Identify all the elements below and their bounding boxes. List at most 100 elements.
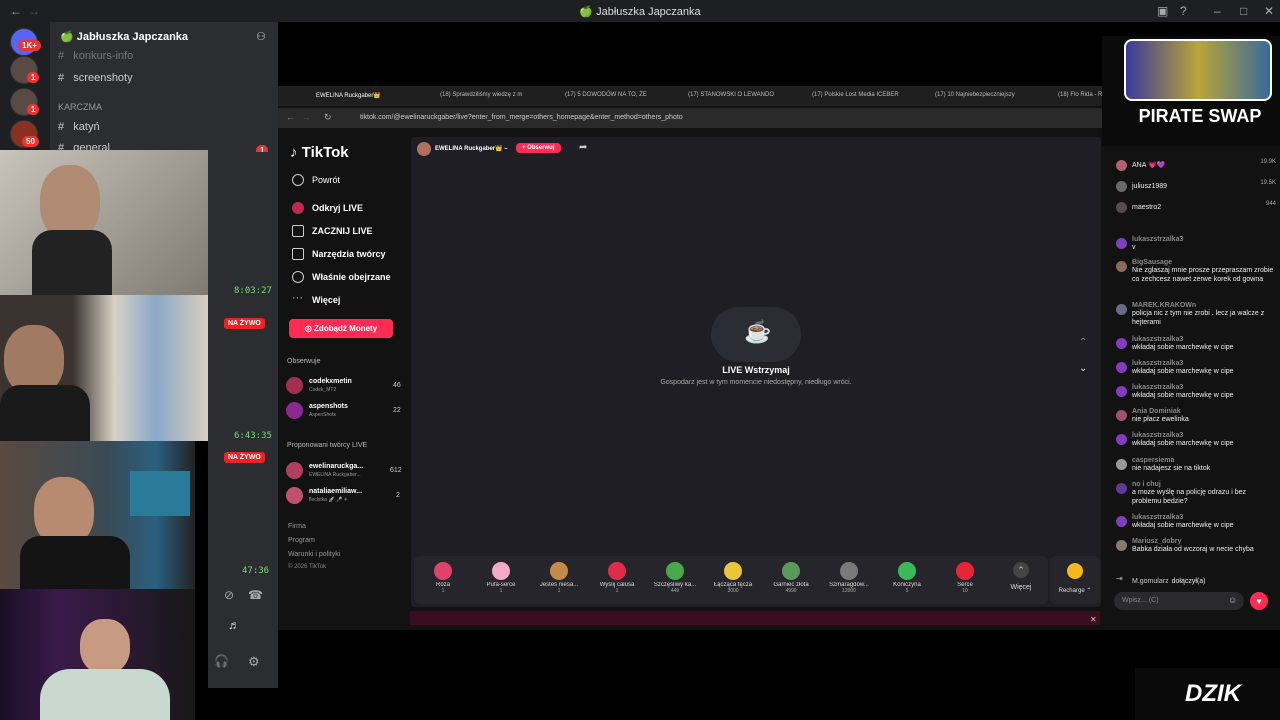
bottom-banner — [410, 611, 1100, 625]
suggested-item[interactable]: nataliaemiliaw... fleclstka 🚀 🎤 ✈ 2 — [286, 487, 406, 505]
skins-banner — [1124, 39, 1272, 101]
gift-item[interactable]: Szmaragdow... 12000 — [820, 556, 878, 594]
tab[interactable]: (18) Sprawdziliśmy wiedzę z m — [440, 92, 522, 98]
get-coins-button[interactable]: ◎ Zdobądź Monety — [289, 319, 393, 338]
like-heart-button[interactable]: ♥ — [1250, 592, 1268, 610]
chat-text: Babka działa od wczoraj w necie chyba — [1132, 546, 1254, 553]
tools-icon — [292, 248, 304, 260]
chat-message: MAREK.KRAKOWn policja nic z tym nie zrobi… — [1116, 302, 1276, 327]
follow-button[interactable]: + Obserwuj — [516, 143, 561, 153]
pot-of-gold-icon — [782, 562, 800, 580]
nav-discover-live[interactable]: Odkryj LIVE — [312, 203, 363, 213]
nav-more[interactable]: Więcej — [312, 295, 340, 305]
gift-item[interactable]: Garniec złota 4999 — [762, 556, 820, 594]
chat-message: lukaszstrzalka3 wkładaj sobie marchewkę w… — [1116, 336, 1276, 352]
minimize-icon[interactable]: – — [1214, 4, 1221, 18]
nav-start-live[interactable]: ZACZNIJ LIVE — [312, 226, 373, 236]
url-text[interactable]: tiktok.com/@ewelinaruckgaber/live?enter_… — [360, 114, 683, 121]
chat-message: lukaszstrzalka3 wkładaj sobie marchewkę w… — [1116, 384, 1276, 400]
emoji-icon[interactable]: ☺ — [1228, 595, 1237, 605]
more-gifts[interactable]: ⌃ Więcej — [994, 556, 1048, 592]
top-viewer: juliusz1989 19.5K — [1116, 179, 1276, 192]
gift-item[interactable]: Jesteś niesa... 1 — [530, 556, 588, 594]
chat-input[interactable]: Wpisz... (C) ☺ — [1114, 592, 1244, 610]
gift-item[interactable]: Wyślij całusa 1 — [588, 556, 646, 594]
gift-item[interactable]: Róża 1 — [414, 556, 472, 594]
window-titlebar: ← → 🍏 Jabłuszka Japczanka ▣ ? – □ ✕ — [0, 0, 1280, 22]
category-karczma[interactable]: KARCZMA — [58, 102, 102, 112]
tab[interactable]: (17) STANOWSKI O LEWANDO — [688, 92, 774, 98]
following-item[interactable]: aspenshots AspenShots 22 — [286, 402, 406, 420]
logo-text: TikTok — [301, 144, 349, 161]
add-member-icon[interactable]: ⚇ — [256, 30, 266, 43]
close-icon[interactable]: ✕ — [1264, 4, 1274, 18]
gift-item[interactable]: Łącząca tęcza 3000 — [704, 556, 762, 594]
top-viewer: ANA 💗💜 19.9K — [1116, 158, 1276, 171]
pirate-swap-overlay: PIRATE SWAP — [1102, 36, 1280, 146]
webcam-feed-2 — [0, 295, 208, 441]
address-bar[interactable]: ← → ↻ tiktok.com/@ewelinaruckgaber/live?… — [278, 108, 1102, 128]
timestamp: 8:03:27 — [234, 286, 272, 296]
pirate-swap-logo: PIRATE SWAP — [1138, 106, 1262, 126]
tiktok-logo[interactable]: ♪ TikTok — [290, 144, 349, 161]
footer-link[interactable]: Warunki i polityki — [288, 551, 340, 558]
suggested-item[interactable]: ewelinaruckga... EWELINA Ruckgaber... 61… — [286, 462, 406, 480]
leprechaun-icon — [666, 562, 684, 580]
close-banner-icon[interactable]: ✕ — [1090, 615, 1097, 624]
soundboard-icon[interactable]: ♬ — [228, 618, 240, 632]
gift-item[interactable]: Pufa-serce 1 — [472, 556, 530, 594]
footer-link[interactable]: Firma — [288, 523, 306, 530]
tab[interactable]: (17) Polskie Lost Media ICEBER — [812, 92, 899, 98]
chat-message: BigSausage Nie zglaszaj mnie prosze przep… — [1116, 259, 1276, 284]
headphones-icon[interactable]: 🎧 — [214, 654, 229, 668]
chat-text: wkładaj sobie marchewkę w cipe — [1132, 440, 1234, 447]
streamer-name[interactable]: EWELINA Ruckgaber👑 – — [435, 145, 508, 152]
help-icon[interactable]: ? — [1180, 4, 1187, 18]
enter-icon: ⇥ — [1116, 574, 1123, 583]
channel-konkurs[interactable]: # konkurs-info — [58, 50, 133, 62]
back-icon[interactable]: ← — [286, 112, 295, 122]
viewer-count: 612 — [390, 467, 402, 474]
nav-recently-watched[interactable]: Właśnie obejrzane — [312, 272, 391, 282]
following-item[interactable]: codekxmetin Codek_MT2 46 — [286, 377, 406, 395]
live-player[interactable]: EWELINA Ruckgaber👑 – + Obserwuj ➦ ☕ LIVE… — [411, 137, 1101, 607]
maximize-icon[interactable]: □ — [1240, 4, 1247, 18]
channel-screenshoty[interactable]: # screenshoty — [58, 72, 133, 84]
history-icon — [292, 271, 304, 283]
chat-text: wkładaj sobie marchewkę w cipe — [1132, 392, 1234, 399]
recharge-button[interactable]: Recharge ⌃ — [1050, 556, 1100, 604]
heart-icon — [956, 562, 974, 580]
chat-user: Mariusz_dobry — [1132, 538, 1182, 545]
share-icon[interactable]: ➦ — [579, 142, 587, 153]
gift-item[interactable]: Koniczyna 5 — [878, 556, 936, 594]
inbox-icon[interactable]: ▣ — [1157, 4, 1168, 18]
channel-katyn[interactable]: # katyń — [58, 121, 100, 133]
chevron-down-icon[interactable]: ⌄ — [1079, 363, 1087, 374]
notification-badge: 1K+ — [18, 40, 41, 51]
chat-text: nie nadajesz sie na tiktok — [1132, 465, 1211, 472]
gift-item[interactable]: Serce 10 — [936, 556, 994, 594]
chat-text: Nie zglaszaj mnie prosze przepraszam zro… — [1132, 267, 1274, 283]
chevron-up-icon[interactable]: ⌃ — [1079, 337, 1087, 348]
server-name[interactable]: 🍏 Jabłuszka Japczanka — [60, 30, 188, 43]
tab[interactable]: (17) 10 Najniebezpieczniejszy — [935, 92, 1015, 98]
streamer-avatar[interactable] — [417, 142, 431, 156]
forward-icon[interactable]: → — [302, 112, 311, 122]
reload-icon[interactable]: ↻ — [324, 112, 332, 123]
heart-puff-icon — [492, 562, 510, 580]
following-name: aspenshots — [309, 403, 348, 410]
footer-link[interactable]: Program — [288, 537, 315, 544]
tab[interactable]: (17) 5 DOWODÓW NA TO, ŻE — [565, 92, 647, 98]
nav-creator-tools[interactable]: Narzędzia twórcy — [312, 249, 386, 259]
live-icon — [292, 202, 304, 214]
mute-icon[interactable]: ⊘ — [224, 588, 234, 602]
chat-message: lukaszstrzalka3 v — [1116, 236, 1276, 252]
hangup-icon[interactable]: ☎ — [248, 588, 263, 602]
chat-message: Ania Dominiak nie płacz ewelinka — [1116, 408, 1276, 424]
join-text: dołączył(a) — [1171, 578, 1206, 585]
nav-back[interactable]: Powrót — [312, 175, 340, 185]
join-notice: ⇥ M.gomularz dołączył(a) — [1116, 574, 1276, 586]
tab-active[interactable]: EWELINA Ruckgaber👑 — [316, 92, 381, 99]
settings-gear-icon[interactable]: ⚙ — [248, 654, 260, 670]
gift-item[interactable]: Szczęśliwy ka... 449 — [646, 556, 704, 594]
